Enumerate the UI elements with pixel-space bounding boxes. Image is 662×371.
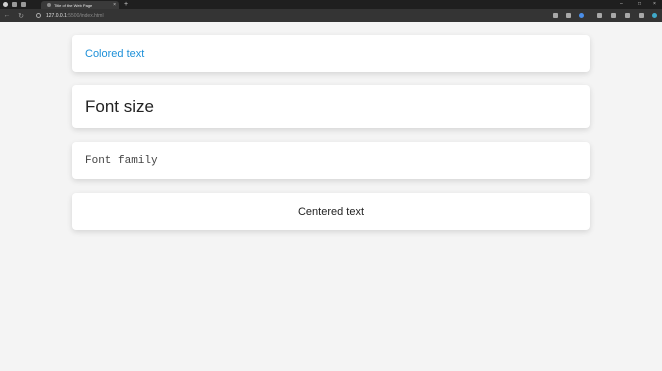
- favicon-icon: [47, 3, 51, 7]
- centered-text: Centered text: [297, 205, 365, 218]
- zoom-icon[interactable]: [553, 13, 558, 18]
- bookmark-star-icon[interactable]: [579, 13, 584, 18]
- tab-actions-icon[interactable]: [21, 2, 26, 7]
- menu-icon[interactable]: [652, 13, 657, 18]
- address-bar[interactable]: 127.0.0.1 :5500/index.html: [36, 11, 536, 20]
- account-icon[interactable]: [639, 13, 644, 18]
- extensions-icon[interactable]: [597, 13, 602, 18]
- browser-toolbar: ← ↻ 127.0.0.1 :5500/index.html: [0, 9, 662, 22]
- maximize-icon[interactable]: □: [638, 0, 641, 9]
- font-family-text: Font family: [85, 154, 158, 167]
- browser-tab[interactable]: Title of the Web Page ×: [41, 1, 119, 9]
- tab-title: Title of the Web Page: [54, 2, 93, 8]
- page-viewport: Colored text Font size Font family Cente…: [0, 22, 662, 371]
- font-size-card: Font size: [72, 85, 590, 128]
- minimize-icon[interactable]: –: [620, 0, 623, 9]
- site-info-icon[interactable]: [36, 13, 41, 18]
- tab-strip: Title of the Web Page × + – □ ×: [0, 0, 662, 9]
- centered-text-card: Centered text: [72, 193, 590, 230]
- close-tab-icon[interactable]: ×: [113, 2, 116, 8]
- sidepanel-icon[interactable]: [611, 13, 616, 18]
- translate-icon[interactable]: [566, 13, 571, 18]
- downloads-icon[interactable]: [625, 13, 630, 18]
- font-size-text: Font size: [85, 96, 154, 116]
- font-family-card: Font family: [72, 142, 590, 179]
- tab-groups-icon[interactable]: [12, 2, 17, 7]
- reload-icon[interactable]: ↻: [17, 12, 25, 20]
- profile-icon[interactable]: [3, 2, 8, 7]
- colored-text: Colored text: [85, 47, 145, 60]
- url-path: :5500/index.html: [66, 12, 104, 19]
- colored-text-card: Colored text: [72, 35, 590, 72]
- window-close-icon[interactable]: ×: [653, 0, 656, 9]
- back-icon[interactable]: ←: [3, 12, 11, 19]
- url-host: 127.0.0.1: [46, 12, 67, 19]
- new-tab-button[interactable]: +: [124, 0, 128, 9]
